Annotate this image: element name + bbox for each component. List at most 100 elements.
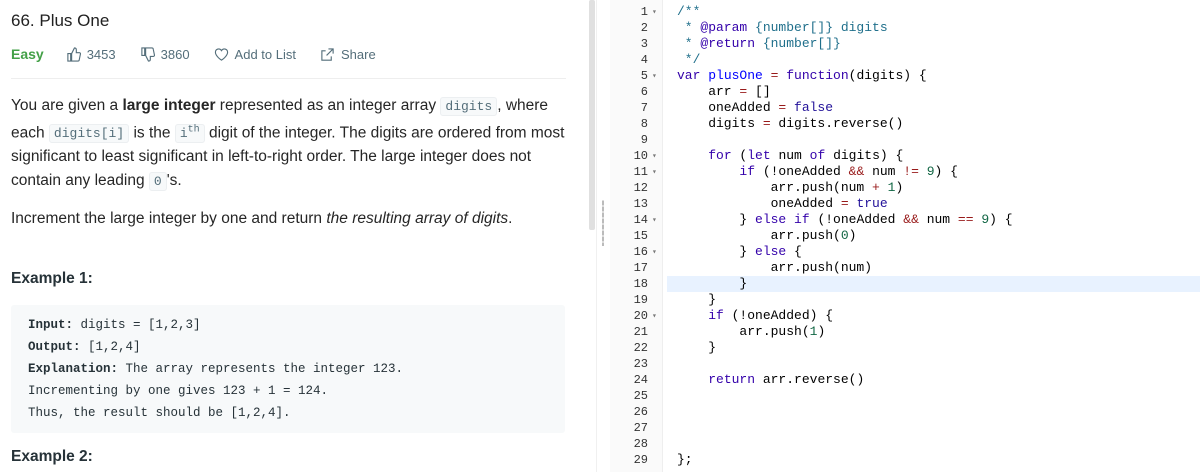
code-text: arr.push(0) (677, 228, 857, 243)
line-number: 12 (633, 181, 648, 195)
share-button[interactable]: Share (320, 47, 376, 62)
code-text: digits = digits.reverse() (677, 116, 904, 131)
line-number: 24 (633, 373, 648, 387)
fold-toggle-icon[interactable]: ▾ (652, 149, 657, 165)
code-line[interactable]: 13 oneAdded = true (610, 196, 1200, 212)
code-line[interactable]: 2 * @param {number[]} digits (610, 20, 1200, 36)
add-to-list-button[interactable]: Add to List (214, 47, 296, 62)
code-text: } (677, 276, 748, 291)
dislike-button[interactable]: 3860 (140, 47, 190, 62)
drag-handle-icon (602, 200, 604, 246)
code-line[interactable]: 15 arr.push(0) (610, 228, 1200, 244)
description-paragraph-2: Increment the large integer by one and r… (11, 210, 513, 228)
line-number: 14 (633, 213, 648, 227)
code-line[interactable]: 10 ▾ for (let num of digits) { (610, 148, 1200, 164)
problem-title: 66. Plus One (11, 11, 110, 30)
panel-resize-handle[interactable] (596, 0, 611, 472)
code-text: * @return {number[]} (677, 36, 841, 51)
difficulty-badge: Easy (11, 46, 44, 62)
code-line[interactable]: 20 ▾ if (!oneAdded) { (610, 308, 1200, 324)
line-number: 19 (633, 293, 648, 307)
line-number: 25 (633, 389, 648, 403)
code-text: * @param {number[]} digits (677, 20, 888, 35)
code-line[interactable]: 4 */ (610, 52, 1200, 68)
like-count: 3453 (86, 46, 116, 62)
code-line[interactable]: 12 arr.push(num + 1) (610, 180, 1200, 196)
code-line[interactable]: 25 (610, 388, 1200, 404)
code-line[interactable]: 22 } (610, 340, 1200, 356)
code-line[interactable]: 24 return arr.reverse() (610, 372, 1200, 388)
like-button[interactable]: 3453 (66, 47, 116, 62)
example-explanation-line: Explanation: The array represents the in… (28, 362, 404, 376)
code-text: } (677, 340, 717, 355)
code-line[interactable]: 19 } (610, 292, 1200, 308)
line-number: 1 (640, 5, 648, 19)
thumbs-up-icon (67, 46, 81, 62)
code-line[interactable]: 29}; (610, 452, 1200, 468)
line-number: 4 (640, 53, 648, 67)
code-editor[interactable]: 1 ▾/** 2 * @param {number[]} digits 3 * @re… (610, 0, 1200, 472)
line-number: 27 (633, 421, 648, 435)
code-text: arr.push(num) (677, 260, 873, 275)
line-number: 18 (633, 277, 648, 291)
example-explanation-line-3: Thus, the result should be [1,2,4]. (28, 406, 291, 420)
divider (11, 78, 566, 79)
share-icon (321, 47, 334, 61)
line-number: 17 (633, 261, 648, 275)
code-line[interactable]: 1 ▾ /** (610, 4, 1200, 20)
line-number: 15 (633, 229, 648, 243)
code-line[interactable]: 28 (610, 436, 1200, 452)
dislike-count: 3860 (160, 46, 190, 62)
line-number: 21 (633, 325, 648, 339)
code-text: oneAdded = true (677, 196, 888, 211)
problem-meta-bar: Easy 3453 3860 Add to List Share (11, 45, 400, 63)
code-line[interactable]: 18 } (610, 276, 1200, 292)
code-text: } else if (!oneAdded && num == 9) { (677, 212, 1013, 227)
line-number: 28 (633, 437, 648, 451)
description-scrollbar-thumb[interactable] (589, 0, 595, 230)
code-text: if (!oneAdded && num != 9) { (739, 164, 958, 179)
thumbs-down-icon (140, 46, 155, 62)
fold-toggle-icon[interactable]: ▾ (652, 213, 657, 229)
example-output-line: Output: [1,2,4] (28, 340, 141, 354)
code-line[interactable]: 21 arr.push(1) (610, 324, 1200, 340)
code-line[interactable]: 16 ▾ } else { (610, 244, 1200, 260)
example-explanation-line-2: Incrementing by one gives 123 + 1 = 124. (28, 384, 329, 398)
code-line[interactable]: 27 (610, 420, 1200, 436)
example-input-line: Input: digits = [1,2,3] (28, 318, 201, 332)
code-line[interactable]: 5 ▾ var plusOne = function(digits) { (610, 68, 1200, 84)
code-line[interactable]: 14 ▾ } else if (!oneAdded && num == 9) { (610, 212, 1200, 228)
code-line[interactable]: 9 (610, 132, 1200, 148)
code-text: } (677, 292, 717, 307)
code-line[interactable]: 3 * @return {number[]} (610, 36, 1200, 52)
code-line[interactable]: 26 (610, 404, 1200, 420)
code-line[interactable]: 17 arr.push(num) (610, 260, 1200, 276)
code-text: /** (677, 4, 701, 19)
code-text: }; (677, 452, 693, 467)
code-line[interactable]: 7 oneAdded = false (610, 100, 1200, 116)
line-number: 6 (640, 85, 648, 99)
fold-toggle-icon[interactable]: ▾ (652, 309, 657, 325)
line-number: 9 (640, 133, 648, 147)
code-text: if (!oneAdded) { (708, 308, 834, 323)
line-number: 5 (640, 69, 648, 83)
line-number: 22 (633, 341, 648, 355)
code-text: return arr.reverse() (708, 372, 865, 387)
fold-toggle-icon[interactable]: ▾ (652, 165, 657, 181)
add-to-list-label: Add to List (234, 46, 296, 62)
example-2-heading: Example 2: (11, 448, 93, 465)
code-line[interactable]: 6 arr = [] (610, 84, 1200, 100)
line-number: 20 (633, 309, 648, 323)
line-number: 26 (633, 405, 648, 419)
description-paragraph-1: You are given a large integer represente… (11, 97, 565, 191)
fold-toggle-icon[interactable]: ▾ (652, 69, 657, 85)
code-line[interactable]: 11 ▾ if (!oneAdded && num != 9) { (610, 164, 1200, 180)
fold-toggle-icon[interactable]: ▾ (652, 245, 657, 261)
fold-toggle-icon[interactable]: ▾ (652, 5, 657, 21)
line-number: 2 (640, 21, 648, 35)
code-line[interactable]: 23 (610, 356, 1200, 372)
code-text: arr.push(num + 1) (677, 180, 904, 195)
problem-panel: 66. Plus One Easy 3453 3860 Add to List … (0, 0, 588, 472)
code-text: var plusOne = function(digits) { (677, 68, 927, 83)
code-line[interactable]: 8 digits = digits.reverse() (610, 116, 1200, 132)
